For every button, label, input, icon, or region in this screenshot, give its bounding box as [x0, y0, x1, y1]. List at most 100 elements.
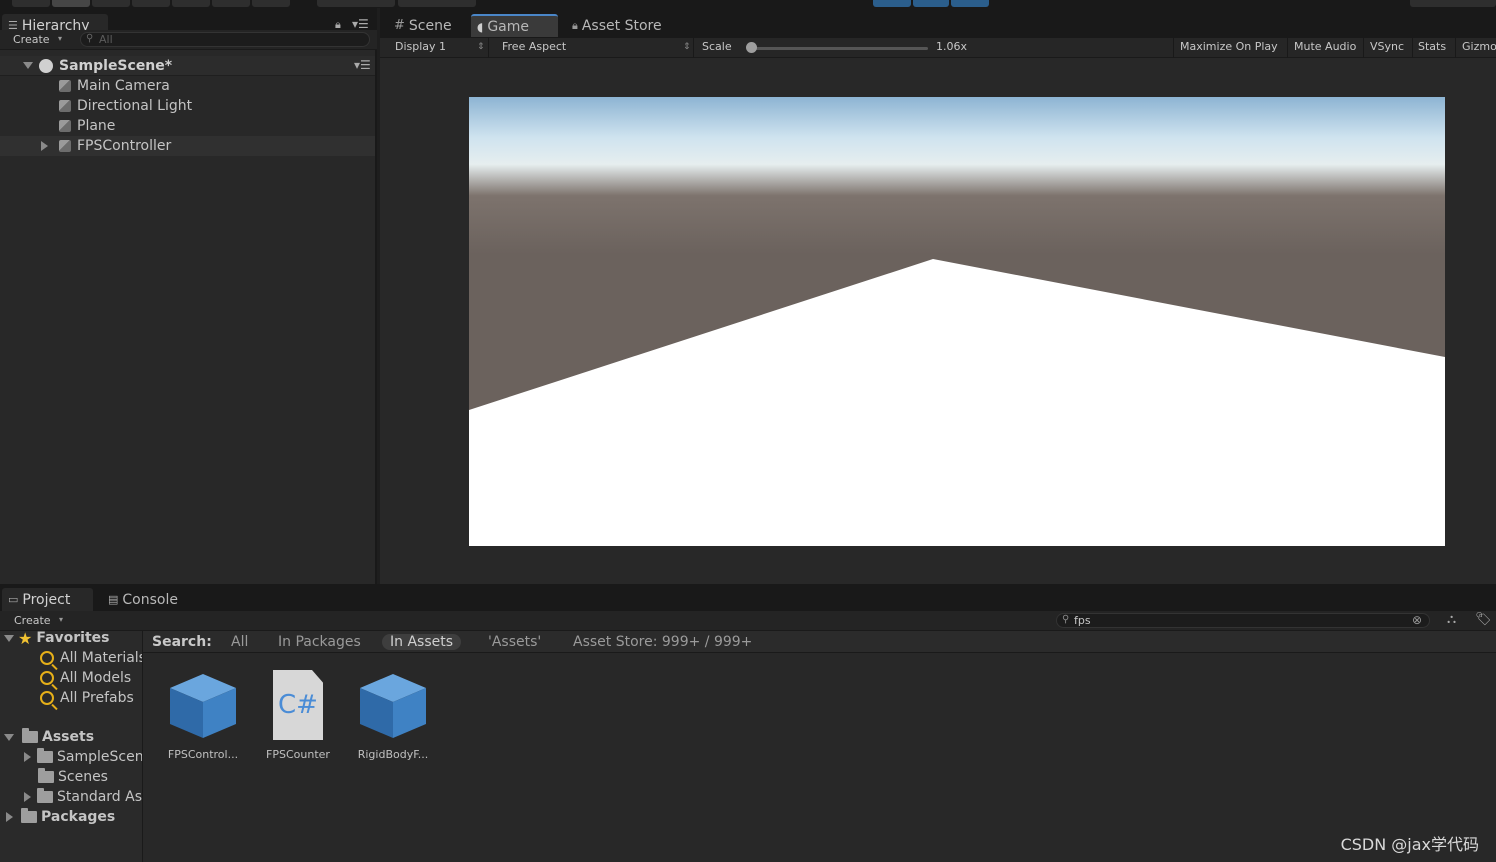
folder-row[interactable]: Scenes [38, 767, 108, 787]
star-icon: ★ [18, 631, 33, 648]
expand-arrow-icon[interactable] [24, 752, 31, 762]
saved-search-icon [40, 651, 54, 665]
hierarchy-item-label: Main Camera [77, 78, 170, 94]
prefab-icon [170, 674, 236, 738]
tab-scene[interactable]: # Scene [388, 14, 458, 37]
gameobject-icon [58, 99, 72, 113]
global-toggle-button[interactable] [398, 0, 476, 7]
filter-in-packages[interactable]: In Packages [278, 634, 361, 650]
filter-all[interactable]: All [231, 634, 248, 650]
rotate-tool-button[interactable] [92, 0, 130, 7]
hierarchy-item-label: Directional Light [77, 98, 193, 114]
hierarchy-item[interactable]: Main Camera [0, 76, 375, 96]
mute-audio-toggle[interactable]: Mute Audio [1294, 40, 1356, 53]
hierarchy-item[interactable]: FPSController [0, 136, 375, 156]
hierarchy-create-dropdown[interactable]: Create [13, 33, 50, 46]
scene-menu-icon[interactable]: ▾☰ [354, 58, 371, 72]
tab-project[interactable]: ▭ Project [2, 588, 93, 611]
expand-arrow-icon[interactable] [6, 812, 13, 822]
lock-icon: 🔒︎ [572, 18, 578, 32]
play-button[interactable] [873, 0, 911, 7]
asset-item[interactable]: FPSControl... [153, 670, 253, 761]
favorite-item[interactable]: All Models [40, 668, 131, 688]
separator [1412, 38, 1413, 58]
asset-label: FPSCounter [266, 748, 330, 761]
separator [1363, 38, 1364, 58]
favorite-item[interactable]: All Materials [40, 648, 143, 668]
pause-button[interactable] [913, 0, 949, 7]
unity-scene-icon [39, 58, 53, 73]
gameobject-icon [58, 139, 72, 153]
updown-icon: ⇕ [477, 42, 485, 52]
favorites-label: Favorites [36, 631, 110, 646]
favorite-item[interactable]: All Prefabs [40, 688, 134, 708]
filter-in-assets[interactable]: In Assets [382, 634, 462, 650]
custom-tool-button[interactable] [252, 0, 290, 7]
panel-menu-icon[interactable]: ▾☰ [352, 17, 369, 31]
gizmos-dropdown[interactable]: Gizmo [1462, 40, 1496, 53]
filter-by-label-icon[interactable]: 🏷︎ [1475, 612, 1492, 627]
expand-arrow-icon[interactable] [23, 62, 33, 69]
stats-toggle[interactable]: Stats [1418, 40, 1446, 53]
asset-item[interactable]: RigidBodyF... [343, 670, 443, 761]
game-toolbar: Display 1 ⇕ Free Aspect ⇕ Scale 1.06x Ma… [380, 38, 1496, 58]
aspect-dropdown[interactable]: Free Aspect [502, 40, 566, 53]
game-tabbar: # Scene ◖ Game 🔒︎ Asset Store [380, 8, 1496, 38]
asset-item[interactable]: C# FPSCounter [248, 670, 348, 761]
project-tabbar: ▭ Project ▤ Console [0, 584, 1496, 611]
search-icon: ⚲ [1062, 614, 1070, 625]
pivot-toggle-button[interactable] [317, 0, 395, 7]
folder-row[interactable]: SampleScen [24, 747, 142, 767]
separator [488, 38, 489, 58]
favorite-label: All Models [60, 670, 132, 686]
tab-game[interactable]: ◖ Game [471, 14, 558, 37]
main-toolbar [0, 0, 1496, 8]
scale-tool-button[interactable] [132, 0, 170, 7]
asset-label: FPSControl... [167, 748, 239, 761]
project-create-dropdown[interactable]: Create [14, 614, 51, 627]
expand-arrow-icon[interactable] [24, 792, 31, 802]
transform-tool-button[interactable] [212, 0, 250, 7]
hierarchy-search-input[interactable]: ⚲ All [80, 32, 370, 47]
rect-tool-button[interactable] [172, 0, 210, 7]
filter-by-type-icon[interactable]: ⛬ [1447, 612, 1456, 627]
separator [1455, 38, 1456, 58]
folder-row[interactable]: Standard As [24, 787, 142, 807]
expand-arrow-icon[interactable] [41, 141, 48, 151]
favorite-label: All Materials [60, 650, 143, 666]
account-button[interactable] [1410, 0, 1496, 7]
move-tool-button[interactable] [52, 0, 90, 7]
step-button[interactable] [951, 0, 989, 7]
saved-search-icon [40, 671, 54, 685]
project-search-input[interactable]: ⚲ fps ⊗ [1056, 613, 1430, 628]
display-dropdown[interactable]: Display 1 [395, 40, 446, 53]
separator [1287, 38, 1288, 58]
folder-label: Scenes [58, 769, 108, 785]
filter-asset-store[interactable]: Asset Store: 999+ / 999+ [573, 634, 752, 650]
filter-assets-folder[interactable]: 'Assets' [488, 634, 541, 650]
game-viewport[interactable] [469, 97, 1445, 546]
tab-asset-store[interactable]: 🔒︎ Asset Store [566, 14, 668, 37]
tab-asset-store-label: Asset Store [581, 17, 662, 34]
expand-arrow-icon[interactable] [4, 733, 14, 741]
assets-row[interactable]: Assets [4, 727, 94, 747]
maximize-on-play-toggle[interactable]: Maximize On Play [1180, 40, 1278, 53]
gameobject-icon [58, 119, 72, 133]
scene-row[interactable]: SampleScene* ▾☰ [0, 56, 375, 76]
folder-label: Standard As [57, 789, 143, 805]
tab-console[interactable]: ▤ Console [102, 588, 184, 611]
packages-row[interactable]: Packages [6, 807, 115, 827]
clear-search-icon[interactable]: ⊗ [1412, 613, 1422, 627]
scale-slider-track[interactable] [748, 47, 928, 50]
hand-tool-button[interactable] [12, 0, 50, 7]
grid-icon: # [394, 18, 405, 33]
vsync-toggle[interactable]: VSync [1370, 40, 1404, 53]
project-folder-tree: ★ Favorites All Materials All Models All… [0, 631, 143, 862]
chevron-down-icon: ▾ [59, 615, 64, 624]
hierarchy-item[interactable]: Plane [0, 116, 375, 136]
scale-slider-handle[interactable] [746, 42, 757, 53]
packages-label: Packages [41, 809, 116, 825]
expand-arrow-icon[interactable] [4, 634, 14, 642]
hierarchy-item[interactable]: Directional Light [0, 96, 375, 116]
favorites-row[interactable]: ★ Favorites [4, 631, 110, 648]
